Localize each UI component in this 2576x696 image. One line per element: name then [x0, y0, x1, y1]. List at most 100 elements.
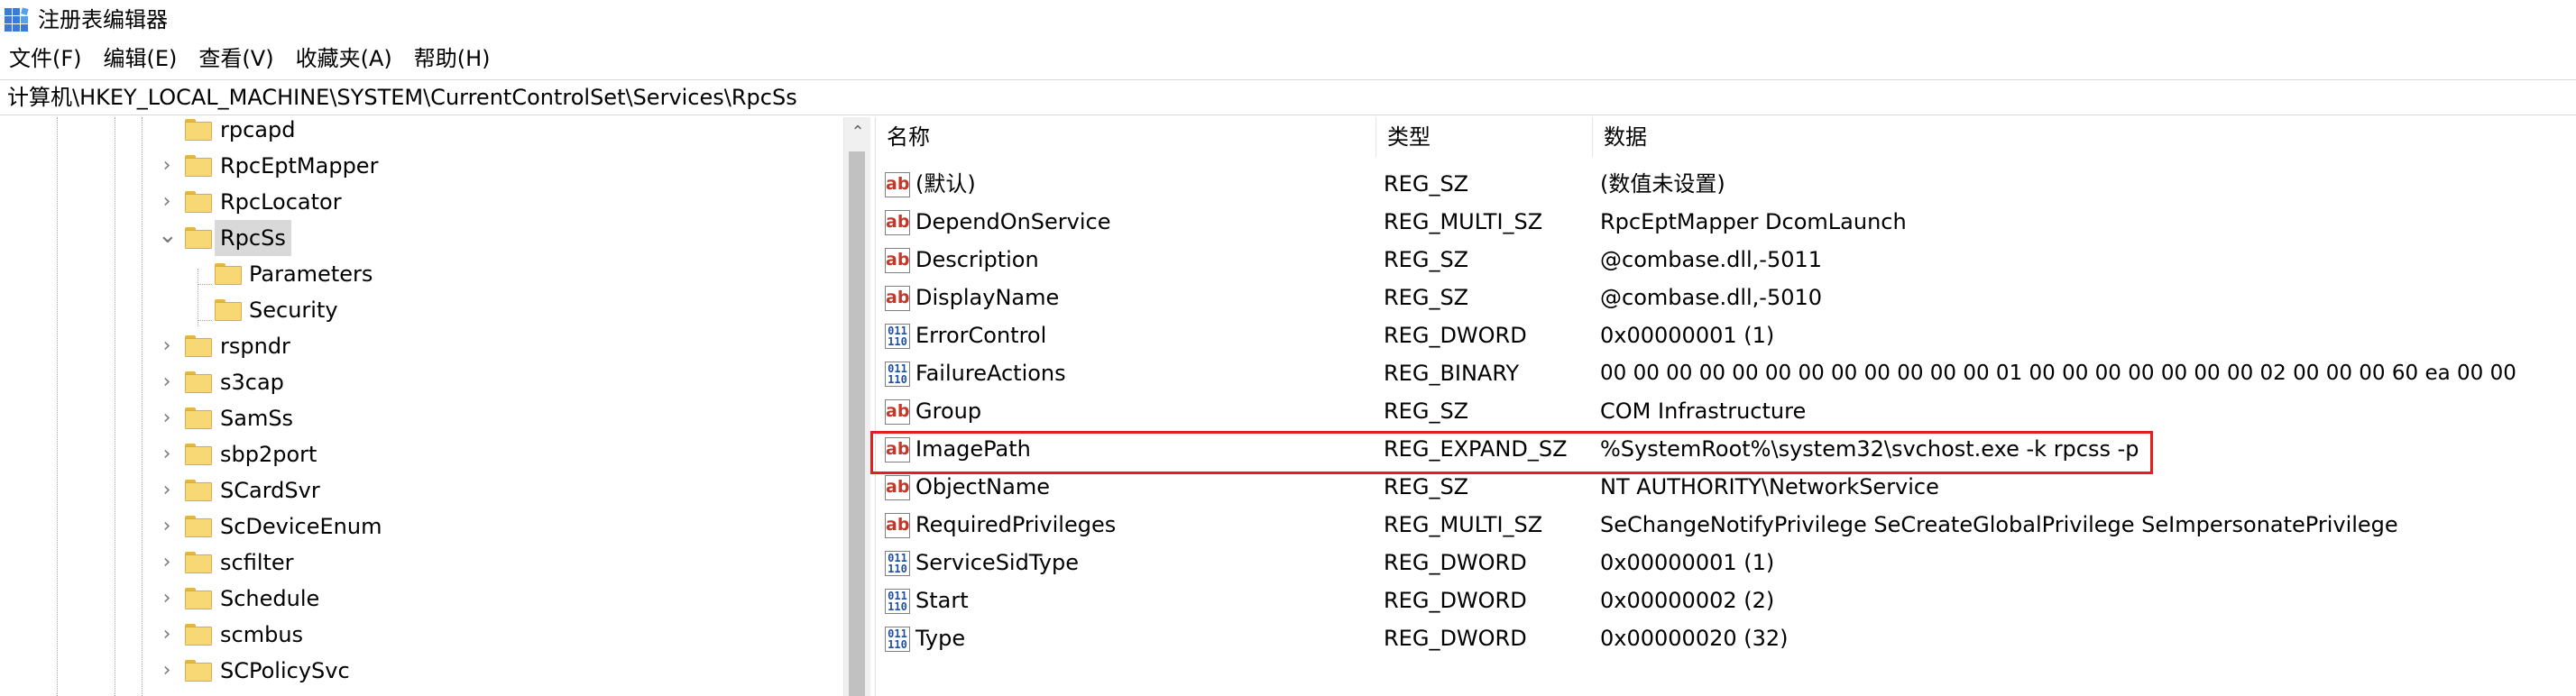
tree-item-label: RpcEptMapper [220, 153, 379, 179]
folder-open-icon [185, 227, 212, 249]
tree-item-rpclocator[interactable]: › RpcLocator [0, 184, 843, 220]
scroll-up-icon[interactable]: ⌃ [844, 119, 871, 146]
value-data: 0x00000001 (1) [1600, 550, 1775, 575]
string-value-icon: ab [885, 286, 910, 311]
tree-item-scmbus[interactable]: › scmbus [0, 617, 843, 653]
tree-item-label: SCardSvr [220, 478, 320, 503]
key-tree-pane[interactable]: rpcapd › RpcEptMapper › RpcLocator ⌄ Rpc… [0, 117, 843, 696]
tree-item-scdeviceenum[interactable]: › ScDeviceEnum [0, 508, 843, 545]
value-name: DependOnService [915, 209, 1111, 234]
menu-help[interactable]: 帮助(H) [403, 41, 501, 76]
value-type: REG_DWORD [1384, 550, 1527, 575]
menu-view[interactable]: 查看(V) [188, 41, 284, 76]
address-bar[interactable]: 计算机\HKEY_LOCAL_MACHINE\SYSTEM\CurrentCon… [0, 79, 2576, 115]
chevron-right-icon[interactable]: › [158, 184, 176, 220]
tree-item-label: rpcapd [220, 117, 296, 142]
chevron-right-icon[interactable]: › [158, 581, 176, 617]
value-row-objectname[interactable]: ab ObjectName REG_SZ NT AUTHORITY\Networ… [876, 468, 2576, 506]
tree-item-rpcss[interactable]: ⌄ RpcSs [0, 220, 843, 256]
tree-scrollbar[interactable]: ⌃ [843, 117, 870, 696]
tree-item-label: Security [249, 298, 338, 323]
value-data: 00 00 00 00 00 00 00 00 00 00 00 00 01 0… [1600, 362, 2516, 385]
tree-item-label: Schedule [220, 586, 320, 611]
chevron-right-icon[interactable]: › [158, 653, 176, 689]
folder-icon [185, 624, 212, 646]
tree-item-s3cap[interactable]: › s3cap [0, 364, 843, 400]
menu-file[interactable]: 文件(F) [0, 41, 93, 76]
value-type: REG_SZ [1384, 398, 1469, 424]
value-name: ServiceSidType [915, 550, 1079, 575]
tree-item-rpceptmapper[interactable]: › RpcEptMapper [0, 148, 843, 184]
value-type: REG_EXPAND_SZ [1384, 436, 1568, 462]
value-row-default[interactable]: ab (默认) REG_SZ (数值未设置) [876, 165, 2576, 203]
folder-icon [185, 588, 212, 609]
string-value-icon: ab [885, 172, 910, 197]
chevron-right-icon[interactable]: › [158, 508, 176, 545]
value-data: COM Infrastructure [1600, 398, 1807, 424]
tree-item-label: Parameters [249, 261, 373, 287]
chevron-right-icon[interactable]: › [158, 328, 176, 364]
chevron-right-icon[interactable]: › [158, 436, 176, 472]
value-name: Type [915, 626, 966, 651]
value-type: REG_MULTI_SZ [1384, 209, 1543, 234]
tree-item-scfilter[interactable]: › scfilter [0, 545, 843, 581]
tree-item-scpolicysvc[interactable]: › SCPolicySvc [0, 653, 843, 689]
window-title: 注册表编辑器 [38, 7, 168, 32]
value-row-start[interactable]: 011 110 Start REG_DWORD 0x00000002 (2) [876, 582, 2576, 619]
tree-item-label: scmbus [220, 622, 304, 647]
column-header-data[interactable]: 数据 [1593, 117, 2576, 157]
chevron-right-icon[interactable]: › [158, 472, 176, 508]
value-row-group[interactable]: ab Group REG_SZ COM Infrastructure [876, 392, 2576, 430]
tree-item-schedule[interactable]: › Schedule [0, 581, 843, 617]
chevron-right-icon[interactable]: › [158, 617, 176, 653]
tree-item-samss[interactable]: › SamSs [0, 400, 843, 436]
value-row-requiredprivileges[interactable]: ab RequiredPrivileges REG_MULTI_SZ SeCha… [876, 506, 2576, 544]
value-row-failureactions[interactable]: 011 110 FailureActions REG_BINARY 00 00 0… [876, 354, 2576, 392]
scrollbar-thumb[interactable] [849, 151, 865, 696]
column-header-name[interactable]: 名称 [876, 117, 1376, 157]
tree-item-scardsvr[interactable]: › SCardSvr [0, 472, 843, 508]
value-row-dependonservice[interactable]: ab DependOnService REG_MULTI_SZ RpcEptMa… [876, 203, 2576, 241]
value-data: RpcEptMapper DcomLaunch [1600, 209, 1907, 234]
tree-item-label: s3cap [220, 370, 284, 395]
value-row-displayname[interactable]: ab DisplayName REG_SZ @combase.dll,-5010 [876, 279, 2576, 316]
tree-item-label: sbp2port [220, 442, 317, 467]
value-row-description[interactable]: ab Description REG_SZ @combase.dll,-5011 [876, 241, 2576, 279]
address-path[interactable]: 计算机\HKEY_LOCAL_MACHINE\SYSTEM\CurrentCon… [7, 83, 797, 112]
tree-item-rspndr[interactable]: › rspndr [0, 328, 843, 364]
value-data: %SystemRoot%\system32\svchost.exe -k rpc… [1600, 436, 2139, 462]
value-row-errorcontrol[interactable]: 011 110 ErrorControl REG_DWORD 0x00000001… [876, 316, 2576, 354]
value-row-type[interactable]: 011 110 Type REG_DWORD 0x00000020 (32) [876, 619, 2576, 657]
binary-value-icon: 011 110 [885, 324, 910, 349]
menu-favorites[interactable]: 收藏夹(A) [285, 41, 403, 76]
binary-value-icon: 011 110 [885, 589, 910, 614]
value-row-imagepath[interactable]: ab ImagePath REG_EXPAND_SZ %SystemRoot%\… [876, 430, 2576, 468]
chevron-right-icon[interactable]: › [158, 364, 176, 400]
value-type: REG_SZ [1384, 171, 1469, 197]
folder-icon [185, 191, 212, 213]
tree-item-label: SCPolicySvc [220, 658, 350, 683]
string-value-icon: ab [885, 248, 910, 273]
folder-icon [185, 660, 212, 682]
tree-item-rpcapd[interactable]: rpcapd [0, 117, 843, 148]
tree-item-label: RpcSs [215, 220, 291, 256]
binary-value-icon: 011 110 [885, 362, 910, 387]
value-data: 0x00000001 (1) [1600, 323, 1775, 348]
tree-item-security[interactable]: Security [0, 292, 843, 328]
chevron-right-icon[interactable]: › [158, 148, 176, 184]
value-row-servicesidtype[interactable]: 011 110 ServiceSidType REG_DWORD 0x000000… [876, 544, 2576, 582]
chevron-right-icon[interactable]: › [158, 545, 176, 581]
values-list-pane[interactable]: 名称 类型 数据 ab (默认) REG_SZ (数值未设置) ab Depen… [876, 117, 2576, 696]
value-data: @combase.dll,-5010 [1600, 285, 1823, 310]
string-value-icon: ab [885, 475, 910, 500]
tree-item-parameters[interactable]: Parameters [0, 256, 843, 292]
tree-item-sbp2port[interactable]: › sbp2port [0, 436, 843, 472]
folder-icon [185, 155, 212, 177]
binary-value-icon: 011 110 [885, 551, 910, 576]
menu-edit[interactable]: 编辑(E) [93, 41, 189, 76]
chevron-right-icon[interactable]: › [158, 400, 176, 436]
tree-item-label: RpcLocator [220, 189, 342, 215]
column-header-type[interactable]: 类型 [1376, 117, 1593, 157]
chevron-down-icon[interactable]: ⌄ [158, 220, 178, 256]
tree-item-label: scfilter [220, 550, 294, 575]
